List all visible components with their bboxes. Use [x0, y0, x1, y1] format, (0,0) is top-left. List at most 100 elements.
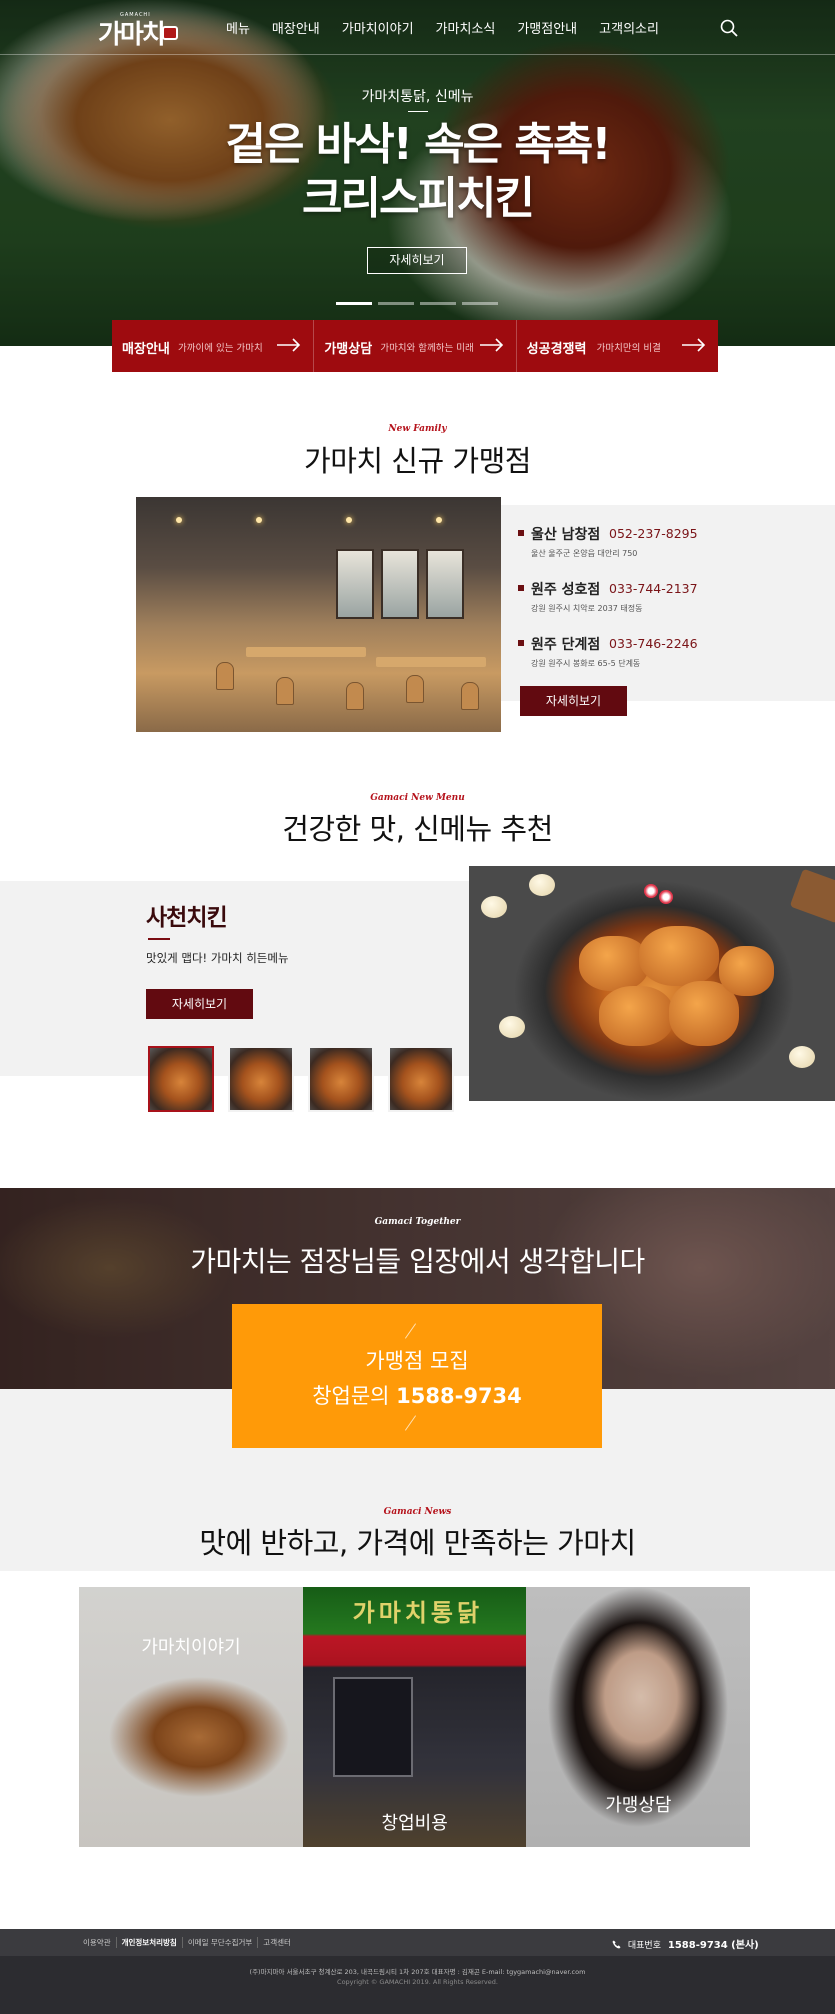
- photo-radish: [644, 884, 658, 898]
- store-name: 원주 단계점: [531, 637, 601, 653]
- news-card-label: 가맹상담: [605, 1795, 672, 1816]
- news-card-label: 가마치이야기: [141, 1637, 241, 1658]
- store-address: 울산 울주군 온양읍 대안리 750: [531, 549, 638, 558]
- slash-decoration: [404, 1415, 417, 1431]
- quick-link-desc: 가마치와 함께하는 미래: [380, 343, 474, 354]
- hero-dot-2[interactable]: [378, 302, 414, 305]
- store-phone: 052-237-8295: [609, 526, 698, 541]
- quick-link-desc: 가마치만의 비결: [596, 343, 661, 354]
- footer-bottom: (주)마지마아 서울서초구 청계산로 203, 내곡드림시티 1차 207호 대…: [0, 1956, 835, 2014]
- hero-title-line1: 겉은 바삭! 속은 촉촉!: [225, 119, 612, 170]
- news-card-cost[interactable]: 가마치통닭 창업비용: [302, 1587, 527, 1847]
- photo-chicken: [579, 936, 649, 991]
- menu-item-franchise[interactable]: 가맹점안내: [506, 18, 588, 37]
- quick-links: 매장안내 가까이에 있는 가마치 가맹상담 가마치와 함께하는 미래 성공경쟁력…: [112, 320, 718, 372]
- news-cards: 가마치이야기 가마치통닭 창업비용 가맹상담: [79, 1587, 751, 1847]
- store-address: 강원 원주시 치악로 2037 태정동: [531, 604, 643, 613]
- photo-chair: [406, 675, 424, 703]
- list-item[interactable]: 원주 성호점 033-744-2137 강원 원주시 치악로 2037 태정동: [518, 579, 808, 634]
- recruit-title: 가맹점 모집: [365, 1349, 469, 1373]
- family-eyebrow: New Family: [388, 424, 447, 434]
- menu-thumbnail[interactable]: [308, 1046, 374, 1112]
- quick-link-success[interactable]: 성공경쟁력 가마치만의 비결: [516, 320, 718, 372]
- quick-link-title: 성공경쟁력: [526, 342, 587, 357]
- store-interior-photo: [136, 497, 501, 732]
- hero-dot-3[interactable]: [420, 302, 456, 305]
- photo-window: [426, 549, 464, 619]
- photo-board: [789, 868, 835, 924]
- quick-link-title: 매장안내: [122, 342, 170, 357]
- photo-chicken: [719, 946, 774, 996]
- menu-name: 사천치킨: [146, 905, 228, 931]
- store-phone: 033-746-2246: [609, 636, 698, 651]
- logo-text: 가마치: [98, 20, 166, 50]
- footer-phone-label: 대표번호: [627, 1941, 661, 1951]
- photo-garlic: [529, 874, 555, 896]
- quick-link-consult[interactable]: 가맹상담 가마치와 함께하는 미래: [314, 320, 517, 372]
- family-detail-button[interactable]: 자세히보기: [520, 686, 627, 716]
- photo-window: [381, 549, 419, 619]
- photo-chair: [276, 677, 294, 705]
- arrow-right-icon: [681, 338, 706, 352]
- menu-item-news[interactable]: 가마치소식: [425, 18, 507, 37]
- phone-icon: [612, 1940, 621, 1949]
- photo-lamp: [176, 517, 182, 523]
- recruit-box[interactable]: 가맹점 모집 창업문의 1588-9734: [232, 1304, 602, 1448]
- logo[interactable]: GAMACHI 가마치: [98, 12, 182, 50]
- arrow-right-icon: [479, 338, 503, 352]
- list-item[interactable]: 원주 단계점 033-746-2246 강원 원주시 봉화로 65-5 단계동: [518, 634, 808, 689]
- footer-link-email-policy[interactable]: 이메일 무단수집거부: [181, 1937, 257, 1948]
- search-icon[interactable]: [720, 19, 738, 37]
- footer-link-terms[interactable]: 이용약관: [83, 1937, 116, 1948]
- card-overlay: [79, 1587, 303, 1847]
- photo-table: [246, 647, 366, 657]
- bullet-icon: [518, 530, 524, 536]
- menu-thumbnail[interactable]: [228, 1046, 294, 1112]
- hero-dot-4[interactable]: [462, 302, 498, 305]
- menu-item-story[interactable]: 가마치이야기: [331, 18, 425, 37]
- footer-copyright: Copyright © GAMACHI 2019. All Rights Res…: [337, 1978, 498, 1986]
- store-phone: 033-744-2137: [609, 581, 698, 596]
- arrow-right-icon: [277, 338, 301, 352]
- menu-description: 맛있게 맵다! 가마치 히든메뉴: [146, 951, 289, 965]
- menu-item-customer-voice[interactable]: 고객의소리: [588, 18, 670, 37]
- menu-item-menu[interactable]: 메뉴: [215, 18, 261, 37]
- together-eyebrow: Gamaci Together: [374, 1217, 461, 1227]
- photo-radish: [659, 890, 673, 904]
- photo-chair: [346, 682, 364, 710]
- menu-item-stores[interactable]: 매장안내: [261, 18, 331, 37]
- news-eyebrow: Gamaci News: [383, 1507, 452, 1517]
- hero-dot-1[interactable]: [336, 302, 372, 305]
- news-card-story[interactable]: 가마치이야기: [79, 1587, 303, 1847]
- logo-badge-icon: [162, 26, 178, 40]
- hero-detail-button[interactable]: 자세히보기: [367, 247, 467, 274]
- recruit-contact: 창업문의 1588-9734: [232, 1380, 602, 1410]
- footer-company-info: (주)마지마아 서울서초구 청계산로 203, 내곡드림시티 1차 207호 대…: [249, 1968, 586, 1976]
- photo-garlic: [499, 1016, 525, 1038]
- menu-detail-button[interactable]: 자세히보기: [146, 989, 253, 1019]
- footer-phone: 대표번호 1588-9734 (본사): [612, 1936, 759, 1951]
- menu-thumbnail[interactable]: [388, 1046, 454, 1112]
- footer-links: 이용약관 개인정보처리방침 이메일 무단수집거부 고객센터: [83, 1937, 296, 1948]
- together-title: 가마치는 점장님들 입장에서 생각합니다: [190, 1245, 645, 1278]
- store-list: 울산 남창점 052-237-8295 울산 울주군 온양읍 대안리 750 원…: [518, 524, 808, 689]
- news-card-consult[interactable]: 가맹상담: [526, 1587, 751, 1847]
- photo-garlic: [789, 1046, 815, 1068]
- quick-link-stores[interactable]: 매장안내 가까이에 있는 가마치: [112, 320, 315, 372]
- footer-link-privacy[interactable]: 개인정보처리방침: [115, 1937, 182, 1948]
- quick-link-desc: 가까이에 있는 가마치: [178, 343, 263, 354]
- hero-pagination: [336, 302, 498, 305]
- list-item[interactable]: 울산 남창점 052-237-8295 울산 울주군 온양읍 대안리 750: [518, 524, 808, 579]
- top-navigation: GAMACHI 가마치 메뉴 매장안내 가마치이야기 가마치소식 가맹점안내 고…: [0, 0, 835, 55]
- menu-thumbnail[interactable]: [148, 1046, 214, 1112]
- photo-chair: [216, 662, 234, 690]
- recruit-prefix: 창업문의: [312, 1384, 390, 1408]
- store-address: 강원 원주시 봉화로 65-5 단계동: [531, 659, 641, 668]
- footer-link-support[interactable]: 고객센터: [257, 1937, 296, 1948]
- news-card-label: 창업비용: [381, 1813, 448, 1834]
- family-title: 가마치 신규 가맹점: [304, 444, 531, 478]
- photo-lamp: [346, 517, 352, 523]
- photo-window: [336, 549, 374, 619]
- news-title: 맛에 반하고, 가격에 만족하는 가마치: [199, 1526, 636, 1560]
- main-menu: 메뉴 매장안내 가마치이야기 가마치소식 가맹점안내 고객의소리: [215, 18, 670, 37]
